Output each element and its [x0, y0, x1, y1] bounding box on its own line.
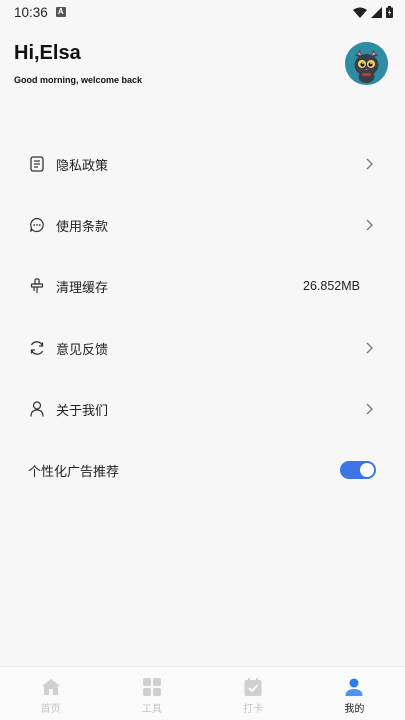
tab-label: 我的 [344, 704, 365, 715]
cache-size-value: 26.852MB [303, 279, 360, 293]
status-bar: 10:36 A [0, 0, 405, 24]
chevron-right-icon [366, 158, 373, 170]
tab-label: 打卡 [243, 704, 264, 715]
chat-bubble-icon [28, 216, 46, 234]
menu-item-clear-cache[interactable]: 清理缓存 26.852MB [0, 266, 405, 306]
wifi-icon [353, 7, 367, 18]
status-left: 10:36 A [14, 5, 66, 20]
home-icon [41, 679, 60, 695]
refresh-icon [28, 339, 46, 357]
chevron-right-icon [366, 219, 373, 231]
personalized-ads-row: 个性化广告推荐 [0, 450, 405, 490]
user-icon [345, 678, 363, 696]
status-time: 10:36 [14, 4, 48, 20]
menu-item-privacy-policy[interactable]: 隐私政策 [0, 144, 405, 184]
menu-item-label: 隐私政策 [56, 158, 109, 174]
chevron-right-icon [366, 342, 373, 354]
avatar[interactable] [345, 42, 388, 85]
greeting-subtitle: Good morning, welcome back [14, 75, 143, 85]
signal-icon [371, 6, 382, 18]
personalized-ads-toggle[interactable] [340, 461, 376, 479]
cat-avatar-icon [345, 42, 388, 85]
tab-label: 工具 [141, 704, 162, 715]
tab-checkin[interactable]: 打卡 [203, 667, 304, 720]
grid-icon [142, 678, 161, 696]
menu-item-label: 意见反馈 [56, 342, 109, 358]
tab-home[interactable]: 首页 [0, 667, 101, 720]
battery-icon [386, 6, 393, 18]
menu-item-feedback[interactable]: 意见反馈 [0, 328, 405, 368]
tab-mine[interactable]: 我的 [304, 667, 405, 720]
bottom-nav: 首页 工具 打卡 我的 [0, 666, 405, 720]
notification-badge-icon: A [55, 7, 66, 17]
chevron-right-icon [366, 403, 373, 415]
broom-icon [28, 277, 46, 295]
menu-item-terms-of-use[interactable]: 使用条款 [0, 205, 405, 245]
personalized-ads-label: 个性化广告推荐 [28, 464, 120, 480]
menu-item-label: 使用条款 [56, 219, 109, 235]
menu-item-about-us[interactable]: 关于我们 [0, 389, 405, 429]
calendar-check-icon [244, 678, 262, 696]
document-icon [28, 155, 46, 173]
greeting-title: Hi,Elsa [14, 42, 81, 64]
person-icon [28, 400, 46, 418]
tab-label: 首页 [40, 704, 61, 715]
tab-tools[interactable]: 工具 [101, 667, 202, 720]
toggle-knob [360, 463, 374, 477]
status-right [353, 6, 393, 18]
menu-item-label: 清理缓存 [56, 280, 109, 296]
menu-item-label: 关于我们 [56, 403, 109, 419]
